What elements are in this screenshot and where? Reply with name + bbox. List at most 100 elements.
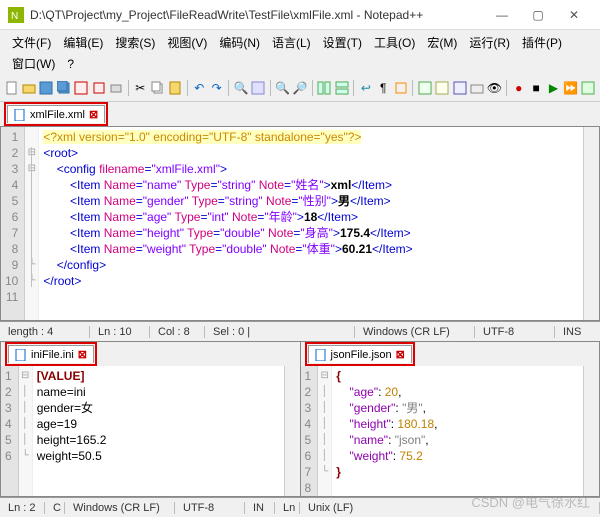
folder-icon[interactable]	[469, 79, 484, 97]
menubar: 文件(F)编辑(E)搜索(S)视图(V)编码(N)语言(L)设置(T)工具(O)…	[0, 30, 600, 74]
save-all-icon[interactable]	[56, 79, 71, 97]
svg-text:N: N	[11, 11, 18, 22]
stop-macro-icon[interactable]: ■	[528, 79, 543, 97]
gutter: 1234567891011	[1, 127, 25, 320]
language-icon[interactable]	[417, 79, 432, 97]
titlebar: N D:\QT\Project\my_Project\FileReadWrite…	[0, 0, 600, 30]
tab-xmlfile[interactable]: xmlFile.xml ⊠	[7, 105, 105, 123]
close-all-icon[interactable]	[91, 79, 106, 97]
fold-margin[interactable]: ⊟│││││└	[318, 366, 332, 496]
zoom-out-icon[interactable]: 🔎	[292, 79, 307, 97]
menu-item[interactable]: ?	[61, 55, 80, 73]
scrollbar[interactable]	[583, 366, 599, 496]
menu-item[interactable]: 运行(R)	[463, 32, 516, 53]
play-multi-icon[interactable]: ⏩	[563, 79, 578, 97]
app-icon: N	[8, 7, 24, 23]
menu-item[interactable]: 宏(M)	[421, 32, 463, 53]
play-macro-icon[interactable]: ▶	[546, 79, 561, 97]
fold-margin[interactable]: ⊟⊟│││││└└	[25, 127, 39, 320]
close-file-icon[interactable]	[74, 79, 89, 97]
bottom-split: iniFile.ini ⊠ 123456 ⊟││││└ [VALUE]name=…	[0, 341, 600, 497]
replace-icon[interactable]	[251, 79, 266, 97]
undo-icon[interactable]: ↶	[192, 79, 207, 97]
cut-icon[interactable]: ✂	[133, 79, 148, 97]
menu-item[interactable]: 语言(L)	[266, 32, 317, 53]
status-ins[interactable]: INS	[555, 326, 600, 338]
paste-icon[interactable]	[167, 79, 182, 97]
menu-item[interactable]: 编码(N)	[213, 32, 266, 53]
status-bar-mid: length : 4 Ln : 10 Col : 8 Sel : 0 | Win…	[0, 321, 600, 341]
editor-ini[interactable]: 123456 ⊟││││└ [VALUE]name=inigender=女age…	[1, 366, 300, 496]
file-icon	[14, 109, 26, 121]
code-area[interactable]: { "age": 20, "gender": "男", "height": 18…	[332, 366, 583, 496]
print-icon[interactable]	[108, 79, 123, 97]
status-col: C	[45, 502, 65, 514]
open-icon[interactable]	[21, 79, 36, 97]
redo-icon[interactable]: ↷	[209, 79, 224, 97]
tab-label: jsonFile.json	[331, 349, 392, 361]
sync-h-icon[interactable]	[334, 79, 349, 97]
gutter: 123456	[1, 366, 19, 496]
status-eol2[interactable]: Unix (LF)	[300, 502, 600, 514]
menu-item[interactable]: 设置(T)	[317, 32, 368, 53]
sync-v-icon[interactable]	[317, 79, 332, 97]
window-title: D:\QT\Project\my_Project\FileReadWrite\T…	[30, 8, 484, 22]
status-sel: Sel : 0 |	[205, 326, 355, 338]
menu-item[interactable]: 插件(P)	[516, 32, 568, 53]
function-list-icon[interactable]	[435, 79, 450, 97]
menu-item[interactable]: 搜索(S)	[109, 32, 161, 53]
fold-margin[interactable]: ⊟││││└	[19, 366, 33, 496]
menu-item[interactable]: 视图(V)	[161, 32, 213, 53]
menu-item[interactable]: 文件(F)	[6, 32, 57, 53]
scrollbar[interactable]	[284, 366, 300, 496]
tab-close-icon[interactable]: ⊠	[78, 348, 87, 361]
code-area[interactable]: <?xml version="1.0" encoding="UTF-8" sta…	[39, 127, 583, 320]
status-ln2: Ln	[275, 502, 300, 514]
status-ln: Ln : 2	[0, 502, 45, 514]
close-button[interactable]: ✕	[556, 4, 592, 26]
tab-close-icon[interactable]: ⊠	[89, 108, 98, 121]
scrollbar[interactable]	[583, 127, 599, 320]
status-ln: Ln : 10	[90, 326, 150, 338]
menu-item[interactable]: 编辑(E)	[57, 32, 109, 53]
tab-bar-left: iniFile.ini ⊠	[1, 342, 300, 366]
menu-item[interactable]: 工具(O)	[368, 32, 421, 53]
new-file-icon[interactable]	[4, 79, 19, 97]
tab-label: iniFile.ini	[31, 349, 74, 361]
status-enc[interactable]: UTF-8	[175, 502, 245, 514]
status-col: Col : 8	[150, 326, 205, 338]
maximize-button[interactable]: ▢	[520, 4, 556, 26]
tab-inifile[interactable]: iniFile.ini ⊠	[8, 345, 94, 363]
all-chars-icon[interactable]: ¶	[376, 79, 391, 97]
doc-map-icon[interactable]	[452, 79, 467, 97]
menu-item[interactable]: 窗口(W)	[6, 53, 61, 74]
status-eol[interactable]: Windows (CR LF)	[65, 502, 175, 514]
status-eol[interactable]: Windows (CR LF)	[355, 326, 475, 338]
tab-label: xmlFile.xml	[30, 109, 85, 121]
tab-close-icon[interactable]: ⊠	[396, 348, 405, 361]
save-icon[interactable]	[39, 79, 54, 97]
save-macro-icon[interactable]	[581, 79, 596, 97]
editor-json[interactable]: 12345678 ⊟│││││└ { "age": 20, "gender": …	[301, 366, 600, 496]
toolbar: ✂ ↶ ↷ 🔍 🔍 🔎 ↩ ¶ 👁 ● ■ ▶ ⏩	[0, 74, 600, 102]
monitor-icon[interactable]: 👁	[487, 79, 502, 97]
minimize-button[interactable]: —	[484, 4, 520, 26]
tab-jsonfile[interactable]: jsonFile.json ⊠	[308, 345, 412, 363]
editor-xml[interactable]: 1234567891011 ⊟⊟│││││└└ <?xml version="1…	[0, 126, 600, 321]
gutter: 12345678	[301, 366, 319, 496]
copy-icon[interactable]	[150, 79, 165, 97]
zoom-in-icon[interactable]: 🔍	[275, 79, 290, 97]
code-area[interactable]: [VALUE]name=inigender=女age=19height=165.…	[33, 366, 284, 496]
file-icon	[15, 349, 27, 361]
status-enc[interactable]: UTF-8	[475, 326, 555, 338]
status-bar-bottom: Ln : 2 C Windows (CR LF) UTF-8 IN Ln Uni…	[0, 497, 600, 517]
wrap-icon[interactable]: ↩	[358, 79, 373, 97]
status-length: length : 4	[0, 326, 90, 338]
status-ins[interactable]: IN	[245, 502, 275, 514]
indent-guide-icon[interactable]	[393, 79, 408, 97]
file-icon	[315, 349, 327, 361]
rec-macro-icon[interactable]: ●	[511, 79, 526, 97]
tab-bar-top: xmlFile.xml ⊠	[0, 102, 600, 126]
find-icon[interactable]: 🔍	[233, 79, 248, 97]
tab-bar-right: jsonFile.json ⊠	[301, 342, 600, 366]
